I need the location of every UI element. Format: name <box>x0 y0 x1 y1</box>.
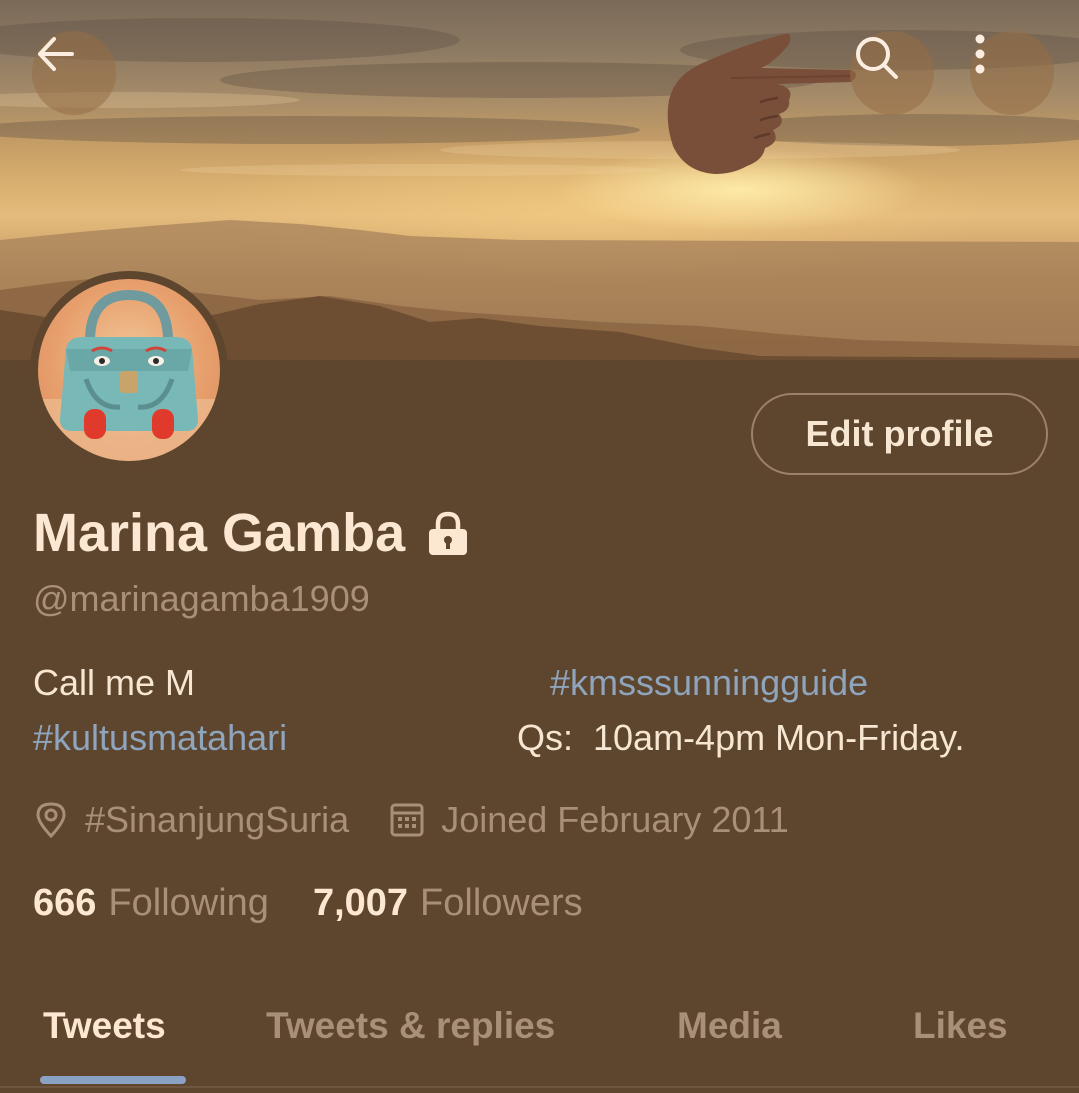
bio-text: Call me M <box>33 662 196 703</box>
avatar-bag-illustration <box>38 289 220 461</box>
user-handle: @marinagamba1909 <box>33 578 370 619</box>
bio-text: Qs: 10am-4pm Mon-Friday. <box>517 717 965 758</box>
active-tab-indicator <box>40 1076 186 1084</box>
location-pin-icon <box>36 802 66 839</box>
avatar[interactable] <box>38 279 220 461</box>
followers-count: 7,007 <box>312 882 409 924</box>
calendar-icon <box>390 803 424 837</box>
joined-item: Joined February 2011 <box>389 799 789 841</box>
following-link[interactable]: 666 Following <box>33 882 269 925</box>
tab-likes[interactable]: Likes <box>913 998 1008 1054</box>
following-label: Following <box>108 882 269 924</box>
lock-icon <box>425 510 471 556</box>
bio-hashtag-link[interactable]: #kultusmatahari <box>33 716 287 760</box>
more-vertical-icon <box>975 34 985 74</box>
followers-link[interactable]: 7,007 Followers <box>313 882 583 925</box>
search-button[interactable] <box>850 31 934 115</box>
location-item: #SinanjungSuria <box>33 799 349 841</box>
avatar-ring[interactable] <box>30 271 228 469</box>
tab-tweets-replies[interactable]: Tweets & replies <box>266 998 555 1054</box>
arrow-left-icon <box>38 37 74 71</box>
edit-profile-button[interactable]: Edit profile <box>751 393 1048 475</box>
bio-hashtag-link[interactable]: #kmsssunningguide <box>550 661 868 705</box>
tabs-divider <box>0 1086 1079 1088</box>
more-button[interactable] <box>970 31 1054 115</box>
tab-media[interactable]: Media <box>677 998 782 1054</box>
display-name: Marina Gamba <box>33 503 406 563</box>
following-count: 666 <box>33 882 97 924</box>
search-icon <box>856 37 898 79</box>
follow-stats: 666 Following 7,007 Followers <box>33 882 583 928</box>
profile-name-row: Marina Gamba <box>33 500 471 566</box>
profile-tabs: Tweets Tweets & replies Media Likes <box>0 998 1079 1093</box>
pointing-hand-icon <box>665 28 865 178</box>
tab-tweets[interactable]: Tweets <box>43 998 166 1054</box>
followers-label: Followers <box>420 882 583 924</box>
location-text: #SinanjungSuria <box>85 799 350 840</box>
profile-meta: #SinanjungSuria Joined February 2011 <box>33 798 789 842</box>
back-button[interactable] <box>32 31 116 115</box>
joined-date: Joined February 2011 <box>441 799 789 840</box>
